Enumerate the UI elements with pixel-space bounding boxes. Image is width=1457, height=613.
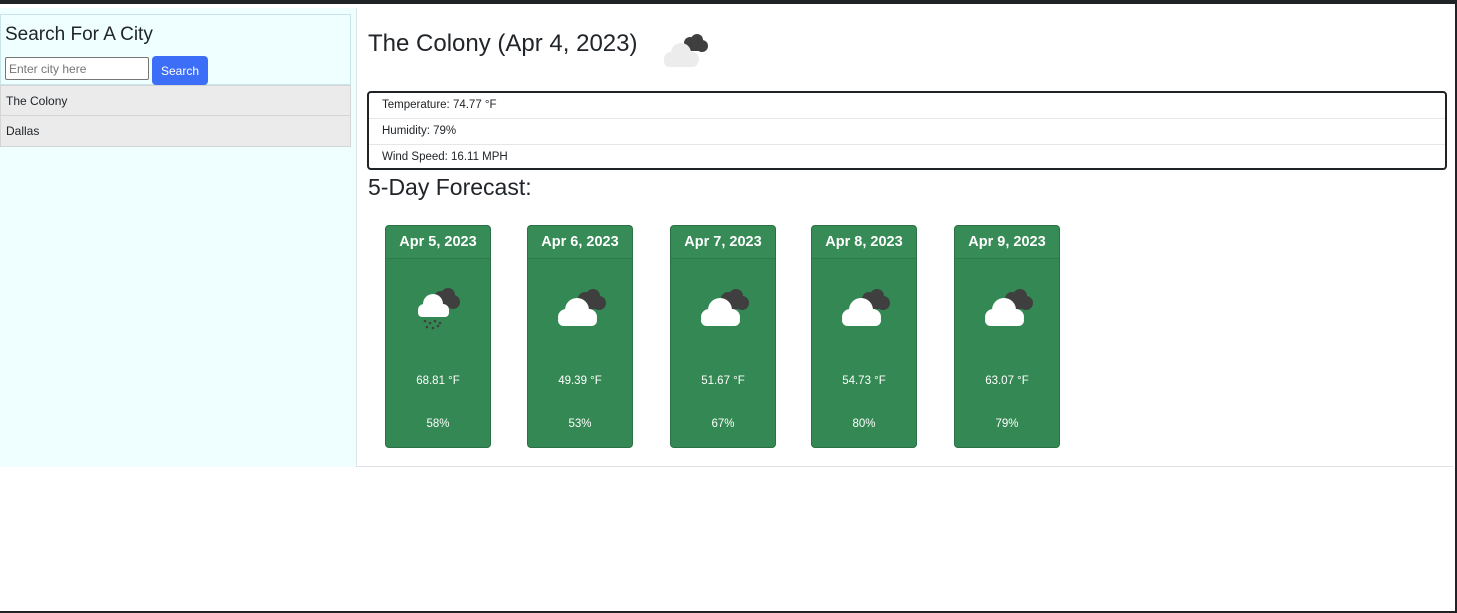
current-wind-speed: Wind Speed: 16.11 MPH bbox=[382, 151, 508, 163]
broken-clouds-icon bbox=[985, 289, 1033, 326]
broken-clouds-icon bbox=[558, 289, 606, 326]
history-item-dallas[interactable]: Dallas bbox=[0, 116, 351, 147]
broken-clouds-icon bbox=[701, 289, 749, 326]
current-city-title: The Colony (Apr 4, 2023) bbox=[368, 30, 638, 57]
city-search-input[interactable] bbox=[5, 57, 149, 80]
forecast-title: 5-Day Forecast: bbox=[368, 174, 532, 200]
forecast-card: Apr 7, 2023 51.67 °F 67% bbox=[670, 225, 776, 448]
forecast-date: Apr 5, 2023 bbox=[386, 226, 490, 259]
forecast-temperature: 68.81 °F bbox=[416, 375, 460, 387]
sidebar: Search For A City Search The Colony Dall… bbox=[0, 8, 357, 467]
forecast-humidity: 53% bbox=[568, 418, 592, 430]
forecast-card: Apr 6, 2023 49.39 °F 53% bbox=[527, 225, 633, 448]
forecast-humidity: 79% bbox=[995, 418, 1019, 430]
forecast-humidity: 58% bbox=[426, 418, 450, 430]
history-item-the-colony[interactable]: The Colony bbox=[0, 85, 351, 116]
app-window: Search For A City Search The Colony Dall… bbox=[0, 0, 1457, 613]
current-conditions-panel: Temperature: 74.77 °F Humidity: 79% Wind… bbox=[367, 91, 1447, 170]
forecast-card: Apr 8, 2023 54.73 °F 80% bbox=[811, 225, 917, 448]
weather-main: The Colony (Apr 4, 2023) Temperature: 74… bbox=[357, 8, 1453, 467]
forecast-humidity: 80% bbox=[852, 418, 876, 430]
forecast-temperature: 54.73 °F bbox=[842, 375, 886, 387]
forecast-date: Apr 7, 2023 bbox=[671, 226, 775, 259]
forecast-date: Apr 6, 2023 bbox=[528, 226, 632, 259]
forecast-date: Apr 9, 2023 bbox=[955, 226, 1059, 259]
forecast-humidity: 67% bbox=[711, 418, 735, 430]
search-title: Search For A City bbox=[5, 24, 153, 45]
current-temperature: Temperature: 74.77 °F bbox=[369, 93, 1445, 119]
forecast-card: Apr 5, 2023 68.81 °F 58% bbox=[385, 225, 491, 448]
current-humidity: Humidity: 79% bbox=[369, 119, 1445, 145]
search-history-list: The Colony Dallas bbox=[0, 85, 351, 147]
broken-clouds-icon bbox=[664, 34, 708, 67]
forecast-card: Apr 9, 2023 63.07 °F 79% bbox=[954, 225, 1060, 448]
search-button[interactable]: Search bbox=[152, 56, 208, 85]
forecast-date: Apr 8, 2023 bbox=[812, 226, 916, 259]
broken-clouds-icon bbox=[842, 289, 890, 326]
forecast-temperature: 49.39 °F bbox=[558, 375, 602, 387]
search-panel: Search For A City Search bbox=[0, 14, 351, 85]
forecast-temperature: 63.07 °F bbox=[985, 375, 1029, 387]
forecast-temperature: 51.67 °F bbox=[701, 375, 745, 387]
rain-cloud-icon bbox=[418, 288, 460, 330]
